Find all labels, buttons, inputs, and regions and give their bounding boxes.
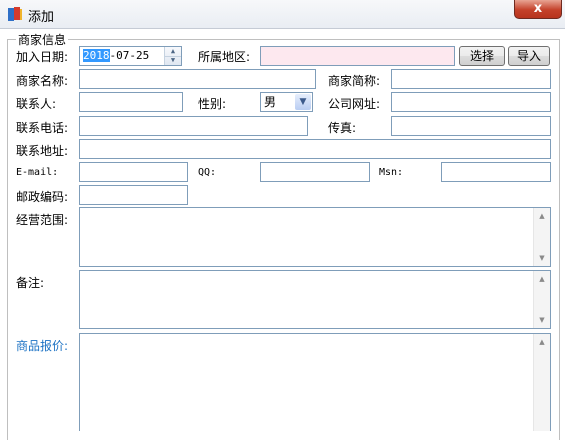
contact-person-field[interactable]: [79, 92, 183, 112]
close-icon: x: [533, 1, 543, 16]
dialog-body: 商家信息 加入日期: 2018-07-25 ▲ ▼ 所属地区: 选择 导入 商家…: [0, 29, 565, 440]
phone-field[interactable]: [79, 116, 308, 136]
book-icon: [8, 7, 22, 21]
join-date-rest: -07-25: [109, 49, 150, 62]
gender-label: 性别:: [198, 97, 227, 111]
product-quote-textarea[interactable]: ▲: [79, 333, 551, 431]
merchant-name-field[interactable]: [79, 69, 316, 89]
gender-value: 男: [264, 95, 277, 109]
region-label: 所属地区:: [198, 50, 251, 64]
region-field[interactable]: [260, 46, 455, 66]
window-titlebar: 添加 x: [0, 0, 565, 29]
scroll-down-icon[interactable]: ▼: [534, 312, 550, 328]
fax-label: 传真:: [328, 121, 357, 135]
import-button[interactable]: 导入: [508, 46, 550, 66]
merchant-short-name-field[interactable]: [391, 69, 551, 89]
product-quote-scrollbar[interactable]: ▲: [533, 334, 550, 431]
scroll-up-icon[interactable]: ▲: [534, 334, 550, 350]
msn-field[interactable]: [441, 162, 551, 182]
address-label: 联系地址:: [16, 144, 69, 158]
contact-person-label: 联系人:: [16, 97, 57, 111]
msn-label: Msn:: [379, 167, 404, 178]
product-quote-label: 商品报价:: [16, 339, 69, 353]
spinner-down-icon[interactable]: ▼: [165, 56, 181, 65]
scroll-up-icon[interactable]: ▲: [534, 271, 550, 287]
select-button[interactable]: 选择: [459, 46, 505, 66]
close-button[interactable]: x: [514, 0, 562, 19]
join-date-label: 加入日期:: [16, 50, 69, 64]
address-field[interactable]: [79, 139, 551, 159]
business-scope-scrollbar[interactable]: ▲ ▼: [533, 208, 550, 266]
company-website-field[interactable]: [391, 92, 551, 112]
merchant-name-label: 商家名称:: [16, 74, 69, 88]
email-label: E-mail:: [16, 167, 59, 178]
scroll-down-icon[interactable]: ▼: [534, 250, 550, 266]
qq-label: QQ:: [198, 167, 217, 178]
window-title: 添加: [28, 10, 55, 25]
company-website-label: 公司网址:: [328, 97, 381, 111]
business-scope-textarea[interactable]: ▲ ▼: [79, 207, 551, 267]
email-field[interactable]: [79, 162, 188, 182]
postcode-label: 邮政编码:: [16, 190, 69, 204]
scroll-up-icon[interactable]: ▲: [534, 208, 550, 224]
fax-field[interactable]: [391, 116, 551, 136]
postcode-field[interactable]: [79, 185, 188, 205]
date-spinner[interactable]: ▲ ▼: [164, 47, 181, 65]
gender-select[interactable]: 男 ▼: [260, 92, 313, 112]
join-date-picker[interactable]: 2018-07-25 ▲ ▼: [79, 46, 182, 66]
remarks-textarea[interactable]: ▲ ▼: [79, 270, 551, 329]
business-scope-label: 经营范围:: [16, 213, 69, 227]
phone-label: 联系电话:: [16, 121, 69, 135]
remarks-scrollbar[interactable]: ▲ ▼: [533, 271, 550, 328]
chevron-down-icon[interactable]: ▼: [295, 94, 311, 110]
remarks-label: 备注:: [16, 276, 45, 290]
merchant-short-name-label: 商家简称:: [328, 74, 381, 88]
group-title: 商家信息: [16, 31, 69, 48]
join-date-year: 2018: [83, 49, 110, 62]
qq-field[interactable]: [260, 162, 370, 182]
